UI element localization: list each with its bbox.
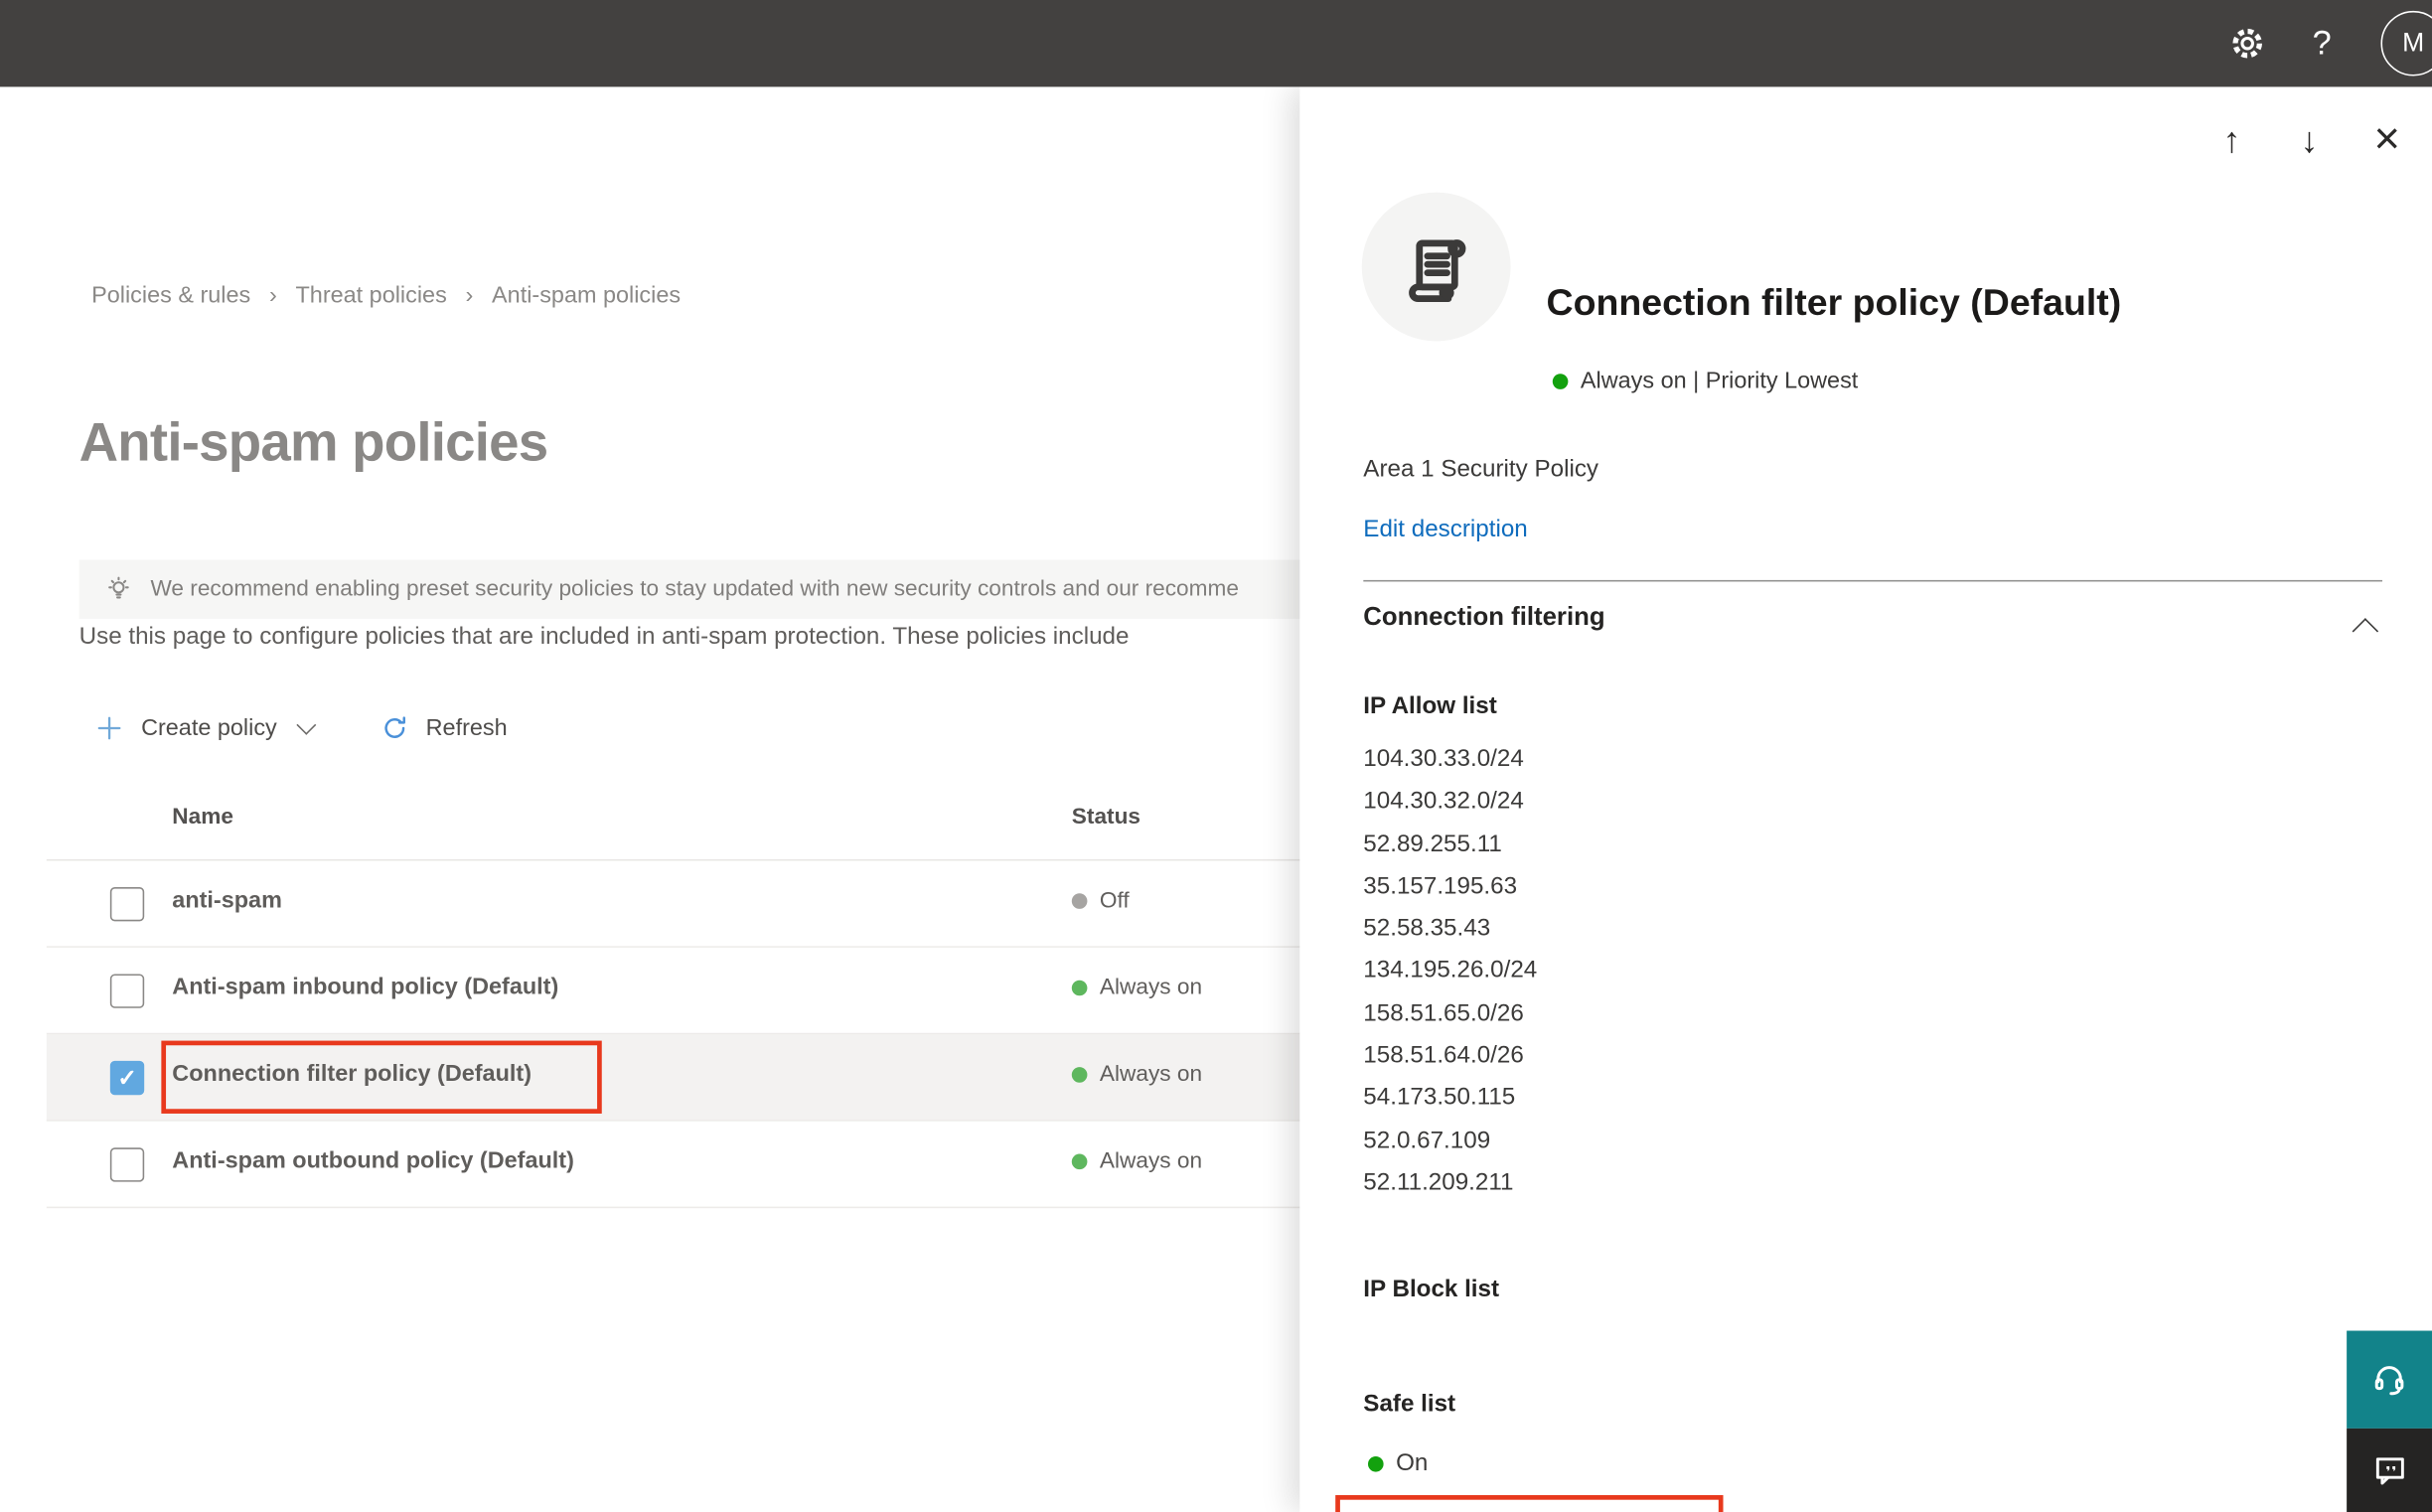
status-badge: Off xyxy=(1071,889,1130,914)
top-app-bar: ? M xyxy=(0,0,2432,87)
check-icon: ✓ xyxy=(117,1065,137,1093)
chevron-right-icon: › xyxy=(268,282,277,309)
policy-description: Area 1 Security Policy xyxy=(1363,455,1599,483)
ip-entry: 35.157.195.63 xyxy=(1363,872,1518,900)
status-badge: Always on xyxy=(1071,1062,1202,1087)
row-checkbox[interactable] xyxy=(109,974,145,1008)
topbar-actions: ? M xyxy=(2210,0,2432,86)
status-dot xyxy=(1367,1455,1384,1472)
settings-button[interactable] xyxy=(2210,0,2285,86)
close-icon: × xyxy=(2373,113,2400,164)
row-checkbox[interactable] xyxy=(109,1147,145,1182)
feedback-button[interactable] xyxy=(2347,1428,2432,1512)
create-policy-label: Create policy xyxy=(141,713,277,741)
section-title: Connection filtering xyxy=(1363,603,1605,632)
status-dot xyxy=(1552,373,1569,389)
ip-entry: 52.58.35.43 xyxy=(1363,915,1491,942)
column-header-name[interactable]: Name xyxy=(172,805,233,830)
flyout-status: Always on | Priority Lowest xyxy=(1552,368,1858,394)
breadcrumb-threat-policies[interactable]: Threat policies xyxy=(295,282,446,309)
safe-list-heading: Safe list xyxy=(1363,1391,1456,1418)
ip-entry: 158.51.64.0/26 xyxy=(1363,1042,1524,1069)
create-policy-button[interactable]: Create policy xyxy=(93,711,316,744)
next-item-button[interactable]: ↓ xyxy=(2271,108,2349,170)
avatar-initial: M xyxy=(2402,28,2425,58)
breadcrumb-anti-spam-policies: Anti-spam policies xyxy=(492,282,682,309)
status-dot xyxy=(1071,893,1088,909)
headset-icon xyxy=(2368,1359,2410,1401)
ip-entry: 158.51.65.0/26 xyxy=(1363,999,1524,1027)
banner-text: We recommend enabling preset security po… xyxy=(150,576,1239,602)
edit-description-link[interactable]: Edit description xyxy=(1363,517,1527,544)
breadcrumb-policies-rules[interactable]: Policies & rules xyxy=(91,282,250,309)
ip-block-list-heading: IP Block list xyxy=(1363,1276,1500,1303)
flyout-title: Connection filter policy (Default) xyxy=(1546,282,2122,325)
close-flyout-button[interactable]: × xyxy=(2349,108,2426,170)
status-dot xyxy=(1071,1153,1088,1170)
app-viewport: ? M Policies & rules › Threat policies ›… xyxy=(0,0,2432,1512)
gear-icon xyxy=(2227,23,2268,64)
chevron-right-icon: › xyxy=(465,282,474,309)
row-checkbox-checked[interactable]: ✓ xyxy=(109,1060,145,1096)
policy-name[interactable]: Anti-spam outbound policy (Default) xyxy=(172,1147,574,1174)
help-icon: ? xyxy=(2312,23,2332,63)
refresh-button[interactable]: Refresh xyxy=(378,711,508,744)
ip-entry: 52.0.67.109 xyxy=(1363,1127,1491,1154)
flyout-nav: ↑ ↓ × xyxy=(2194,108,2432,170)
row-checkbox[interactable] xyxy=(109,887,145,922)
avatar[interactable]: M xyxy=(2380,10,2432,76)
ip-entry: 104.30.33.0/24 xyxy=(1363,745,1524,773)
status-dot xyxy=(1071,1067,1088,1083)
arrow-down-icon: ↓ xyxy=(2300,118,2319,160)
scroll-policy-icon xyxy=(1396,227,1476,307)
chevron-up-icon[interactable] xyxy=(2352,618,2379,645)
ip-allow-list-heading: IP Allow list xyxy=(1363,692,1497,720)
ip-entry: 104.30.32.0/24 xyxy=(1363,788,1524,816)
support-button[interactable] xyxy=(2347,1330,2432,1429)
column-header-status[interactable]: Status xyxy=(1072,805,1140,830)
lightbulb-icon xyxy=(102,573,135,606)
arrow-up-icon: ↑ xyxy=(2222,118,2241,160)
status-dot xyxy=(1071,980,1088,996)
safe-list-status: On xyxy=(1367,1450,1428,1478)
annotation-highlight-box xyxy=(1335,1495,1724,1512)
status-badge: Always on xyxy=(1071,976,1202,1000)
page-title: Anti-spam policies xyxy=(78,412,549,474)
ip-entry: 54.173.50.115 xyxy=(1363,1084,1516,1112)
breadcrumb: Policies & rules › Threat policies › Ant… xyxy=(91,282,681,309)
chevron-down-icon xyxy=(295,714,316,735)
refresh-label: Refresh xyxy=(425,713,508,741)
policy-name[interactable]: anti-spam xyxy=(172,887,282,914)
refresh-icon xyxy=(378,711,410,744)
section-divider xyxy=(1363,579,2383,582)
ip-entry: 52.89.255.11 xyxy=(1363,831,1502,857)
plus-icon xyxy=(93,711,126,744)
previous-item-button[interactable]: ↑ xyxy=(2194,108,2271,170)
help-button[interactable]: ? xyxy=(2285,0,2359,86)
ip-allow-list: 104.30.33.0/24 104.30.32.0/24 52.89.255.… xyxy=(1363,738,1537,1204)
ip-entry: 52.11.209.211 xyxy=(1363,1169,1514,1196)
policy-name[interactable]: Anti-spam inbound policy (Default) xyxy=(172,974,558,1000)
feedback-bubble-icon xyxy=(2369,1450,2410,1491)
policy-avatar xyxy=(1361,192,1511,342)
policy-name[interactable]: Connection filter policy (Default) xyxy=(172,1061,532,1088)
status-badge: Always on xyxy=(1071,1149,1202,1174)
policy-details-flyout: ↑ ↓ × Connection filter policy (Default)… xyxy=(1299,86,2432,1512)
toolbar: Create policy Refresh xyxy=(93,704,508,751)
ip-entry: 134.195.26.0/24 xyxy=(1363,958,1538,984)
